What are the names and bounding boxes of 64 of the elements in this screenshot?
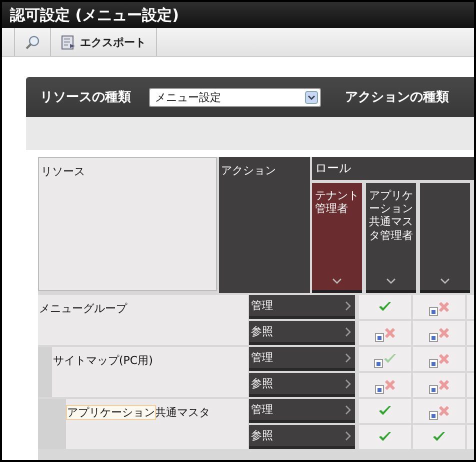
column-header: ロール <box>312 157 474 180</box>
permission-cell[interactable] <box>359 321 411 345</box>
filter-label: リソースの種類 <box>40 89 131 106</box>
resource-type-select[interactable]: メニュー設定 <box>149 88 321 106</box>
shortcut-icon <box>428 333 438 342</box>
action-button[interactable]: 管理 <box>249 295 355 319</box>
permission-cell[interactable] <box>413 295 465 319</box>
export-icon <box>61 34 76 50</box>
role-label: テナント管理者 <box>315 189 359 216</box>
permission-cell[interactable] <box>413 425 465 449</box>
chevron-right-icon <box>345 378 351 388</box>
shortcut-icon <box>428 307 438 316</box>
role-header[interactable]: テナント管理者 <box>312 183 362 293</box>
shortcut-icon <box>428 359 438 368</box>
check-icon <box>378 431 392 443</box>
permission-cell[interactable] <box>359 373 411 397</box>
chevron-right-icon <box>345 300 351 310</box>
cross-icon <box>438 301 450 313</box>
permission-cell[interactable] <box>359 425 411 449</box>
permission-cell[interactable] <box>413 373 465 397</box>
permission-cell[interactable] <box>413 321 465 345</box>
cross-icon <box>384 379 396 391</box>
chevron-right-icon <box>345 430 351 440</box>
chevron-right-icon <box>345 404 351 414</box>
action-button[interactable]: 管理 <box>249 347 355 371</box>
chevron-right-icon <box>345 352 351 362</box>
cross-icon <box>438 405 450 417</box>
shortcut-icon <box>374 359 382 368</box>
cross-icon <box>438 327 450 339</box>
search-icon <box>25 34 40 50</box>
resource-name: メニューグループ <box>38 295 248 345</box>
chevron-down-icon <box>440 278 450 284</box>
column-header: アクション <box>218 157 310 293</box>
chevron-down-icon <box>332 278 342 284</box>
permission-cell[interactable] <box>359 347 411 371</box>
role-header[interactable] <box>420 183 470 293</box>
cross-icon <box>384 327 396 339</box>
check-icon <box>432 431 446 443</box>
resource-name: サイトマップ(PC用) <box>38 347 248 397</box>
chevron-down-icon <box>386 278 396 284</box>
cross-icon <box>438 379 450 391</box>
action-button[interactable]: 管理 <box>249 399 355 423</box>
action-button[interactable]: 参照 <box>249 373 355 397</box>
shortcut-icon <box>428 385 438 394</box>
shortcut-icon <box>428 411 438 420</box>
cross-icon <box>438 353 450 365</box>
resource-name: アプリケーション共通マスタ <box>38 399 248 449</box>
action-button[interactable]: 参照 <box>249 321 355 345</box>
shortcut-icon <box>374 333 384 342</box>
shortcut-icon <box>374 385 384 394</box>
check-icon <box>378 301 392 313</box>
role-header[interactable]: アプリケーション共通マスタ管理者 <box>366 183 416 293</box>
check-icon <box>382 353 396 365</box>
check-icon <box>378 405 392 417</box>
action-button[interactable]: 参照 <box>249 425 355 449</box>
column-header: リソース <box>38 157 217 291</box>
permission-cell[interactable] <box>413 399 465 423</box>
permission-cell[interactable] <box>413 347 465 371</box>
filter-label: アクションの種類 <box>345 89 449 106</box>
chevron-right-icon <box>345 326 351 336</box>
permission-cell[interactable] <box>359 399 411 423</box>
window-title: 認可設定 (メニュー設定) <box>2 2 474 28</box>
role-label: アプリケーション共通マスタ管理者 <box>369 189 413 242</box>
permission-cell[interactable] <box>359 295 411 319</box>
